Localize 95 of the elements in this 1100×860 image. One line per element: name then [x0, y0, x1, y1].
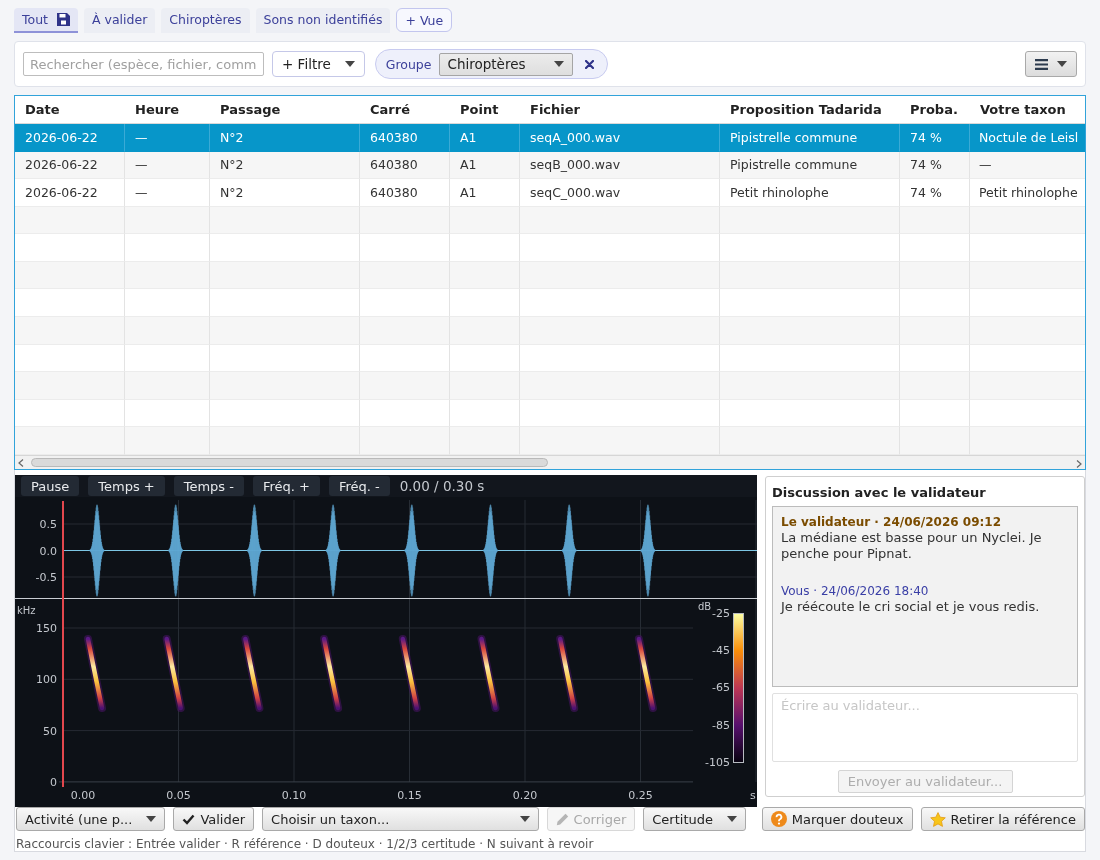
horizontal-scrollbar[interactable]	[15, 455, 1085, 469]
table-row[interactable]: 2026-06-22 — N°2 640380 A1 seqB_000.wav Pipistrelle commune 74 % —	[15, 151, 1085, 180]
help-icon	[770, 811, 787, 827]
add-filter-button[interactable]: + Filtre	[272, 51, 365, 77]
axis-tick-label: -85	[712, 718, 730, 732]
column-header[interactable]: Heure	[125, 96, 210, 123]
view-tab[interactable]: Sons non identifiés	[255, 8, 391, 33]
axis-unit-label: kHz	[17, 605, 36, 616]
table-cell: 74 %	[900, 124, 970, 152]
axis-tick-label: -65	[712, 681, 730, 695]
message-input[interactable]: Écrire au validateur...	[772, 693, 1078, 762]
filter-label: Groupe	[385, 56, 432, 72]
table-cell: Petit rhinolophe	[970, 179, 1085, 207]
axis-tick-label: 0.00	[70, 789, 96, 802]
playback-time: 0.00 / 0.30 s	[399, 478, 485, 494]
taxon-select[interactable]: Choisir un taxon...	[262, 807, 539, 831]
column-header[interactable]: Passage	[210, 96, 360, 123]
table-cell: 2026-06-22	[15, 124, 125, 152]
axis-unit-label: s	[750, 789, 756, 802]
player-button[interactable]: Temps +	[88, 476, 165, 496]
menu-icon	[1035, 58, 1048, 70]
column-header[interactable]: Proposition Tadarida	[720, 96, 900, 123]
table-cell: N°2	[210, 124, 360, 152]
axis-tick-label: 0.5	[39, 518, 57, 531]
view-tab[interactable]: Tout	[14, 8, 78, 33]
axis-tick-label: 0.20	[512, 789, 538, 802]
column-header[interactable]: Proba.	[900, 96, 970, 123]
view-tab[interactable]: À valider	[84, 8, 156, 33]
scrollbar-thumb[interactable]	[31, 458, 548, 467]
column-header[interactable]: Votre taxon	[970, 96, 1085, 123]
axis-tick-label: 50	[43, 724, 57, 738]
caret-icon	[553, 61, 564, 67]
menu-button[interactable]	[1025, 51, 1077, 77]
axis-tick-label: -0.5	[35, 571, 57, 584]
caret-icon	[727, 816, 737, 822]
dropdown-button[interactable]: Activité (une p...	[16, 807, 166, 831]
axis-tick-label: -45	[712, 644, 730, 658]
axis-tick-label: 0.10	[281, 789, 307, 802]
close-icon	[584, 59, 594, 69]
player-button[interactable]: Pause	[21, 476, 80, 496]
message-text: La médiane est basse pour un Nyclei. Je penche pour Pipnat.	[781, 530, 1043, 562]
player-button[interactable]: Fréq. +	[252, 476, 320, 496]
message-text: Je réécoute le cri social et je vous redis.	[781, 599, 1041, 615]
table-cell: A1	[450, 124, 520, 152]
check-icon	[182, 813, 196, 825]
axis-tick-label: -105	[705, 755, 730, 769]
axis-tick-label: -25	[712, 607, 730, 620]
axis-tick-label: 0.25	[628, 789, 653, 802]
table-cell: Pipistrelle commune	[720, 124, 900, 152]
axis-tick-label: 0	[50, 775, 57, 789]
axis-tick-label: 100	[36, 673, 57, 687]
caret-icon	[344, 61, 355, 67]
table-cell: 74 %	[900, 179, 970, 207]
axis-tick-label: 150	[36, 622, 57, 635]
dropdown-button[interactable]: Certitude	[643, 807, 746, 831]
remove-reference-button[interactable]: Retirer la référence	[920, 807, 1085, 831]
column-header[interactable]: Carré	[360, 96, 450, 123]
axis-tick-label: 0.0	[39, 544, 57, 558]
column-header[interactable]: Point	[450, 96, 520, 123]
table-cell: seqA_000.wav	[520, 124, 720, 152]
player-button[interactable]: Temps -	[173, 476, 244, 496]
search-field[interactable]: Rechercher (espèce, fichier, comm	[23, 52, 264, 76]
caret-icon	[519, 816, 530, 822]
table-cell: —	[125, 179, 210, 207]
axis-tick-label: 0.05	[166, 789, 191, 802]
caret-icon	[146, 816, 157, 822]
group-select[interactable]: Chiroptères	[438, 52, 573, 76]
add-view-button[interactable]: + Vue	[396, 8, 453, 32]
table-cell: N°2	[210, 179, 360, 207]
caret-icon	[1057, 61, 1067, 67]
message-header: Le validateur · 24/06/2026 09:12	[781, 514, 1002, 530]
table-cell: 640380	[360, 124, 450, 152]
pencil-icon	[555, 812, 569, 826]
keyboard-shortcuts-hint: Raccourcis clavier : Entrée valider · R référence · D douteux · 1/2/3 certitude · N suivant à revoir	[15, 836, 595, 852]
table-cell: seqC_000.wav	[520, 179, 720, 207]
table-row[interactable]: 2026-06-22 — N°2 640380 A1 seqC_000.wav Petit rhinolophe 74 % Petit rhinolophe	[15, 179, 1085, 207]
scroll-right-icon[interactable]	[1076, 460, 1082, 468]
player-button[interactable]: Fréq. -	[328, 476, 390, 496]
column-header[interactable]: Fichier	[520, 96, 720, 123]
view-tab[interactable]: Chiroptères	[161, 8, 250, 33]
table-cell: Noctule de Leisl	[970, 124, 1085, 152]
axis-unit-label: dB	[698, 601, 712, 612]
validate-button[interactable]: Valider	[173, 807, 255, 831]
table-cell: Petit rhinolophe	[720, 179, 900, 207]
table-cell: 2026-06-22	[15, 179, 125, 207]
column-header[interactable]: Date	[15, 96, 125, 123]
panel-title: Discussion avec le validateur	[772, 485, 987, 501]
flag-doubtful-button[interactable]: Marquer douteux	[761, 807, 913, 831]
table-cell: A1	[450, 179, 520, 207]
table-cell: 640380	[360, 179, 450, 207]
star-icon	[929, 811, 946, 827]
axis-tick-label: 0.15	[397, 789, 422, 802]
scroll-left-icon[interactable]	[18, 458, 24, 467]
table-cell: —	[125, 124, 210, 152]
message-header: Vous · 24/06/2026 18:40	[781, 583, 930, 599]
